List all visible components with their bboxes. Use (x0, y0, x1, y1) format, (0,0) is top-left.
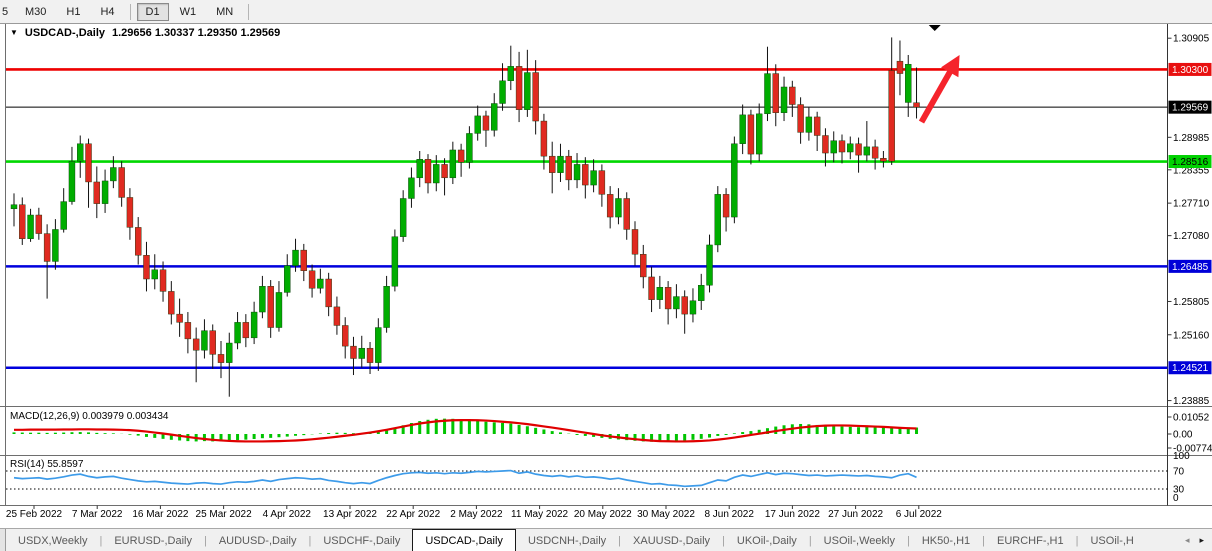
chart-background (0, 23, 1212, 527)
svg-text:8 Jun 2022: 8 Jun 2022 (704, 509, 754, 520)
tab-scroll-controls: ◂▸ (1177, 529, 1212, 551)
svg-text:1.27080: 1.27080 (1173, 231, 1210, 242)
timeframe-button-w1[interactable]: W1 (171, 3, 206, 21)
svg-text:7 Mar 2022: 7 Mar 2022 (72, 509, 123, 520)
symbol-tabbar: USDX,Weekly|EURUSD-,Daily|AUDUSD-,Daily|… (0, 528, 1212, 551)
svg-text:25 Feb 2022: 25 Feb 2022 (6, 509, 63, 520)
timeframe-button-5[interactable]: 5 (1, 3, 14, 21)
mt4-window: 5M30H1H4 D1W1MN MACD(12,26,9) 0.003979 0.… (0, 0, 1212, 551)
tab-usdcad-daily[interactable]: USDCAD-,Daily (412, 529, 516, 551)
timeframe-button-d1[interactable]: D1 (137, 3, 169, 21)
timeframe-toolbar: 5M30H1H4 D1W1MN (0, 0, 1212, 24)
svg-text:2 May 2022: 2 May 2022 (450, 509, 503, 520)
svg-text:0.00: 0.00 (1173, 430, 1193, 441)
tab-usdcnh-daily[interactable]: USDCNH-,Daily (516, 529, 618, 551)
svg-text:30 May 2022: 30 May 2022 (637, 509, 695, 520)
timeframe-button-mn[interactable]: MN (207, 3, 242, 21)
rsi-label: RSI(14) 55.8597 (10, 459, 84, 470)
timeframe-button-h4[interactable]: H4 (91, 3, 123, 21)
tab-usoil-weekly[interactable]: USOil-,Weekly (812, 529, 907, 551)
chart-symbol-label: USDCAD-,Daily (25, 27, 105, 39)
svg-text:27 Jun 2022: 27 Jun 2022 (828, 509, 883, 520)
svg-text:70: 70 (1173, 467, 1185, 478)
svg-text:0.01052: 0.01052 (1173, 413, 1210, 424)
tab-scroll-left-icon[interactable]: ◂ (1185, 535, 1190, 546)
chart-title: ▼ USDCAD-,Daily 1.29656 1.30337 1.29350 … (10, 27, 280, 39)
svg-text:22 Apr 2022: 22 Apr 2022 (386, 509, 440, 520)
tab-xauusd-daily[interactable]: XAUUSD-,Daily (621, 529, 722, 551)
svg-text:6 Jul 2022: 6 Jul 2022 (896, 509, 943, 520)
svg-text:1.25160: 1.25160 (1173, 330, 1210, 341)
tab-eurusd-daily[interactable]: EURUSD-,Daily (102, 529, 204, 551)
tab-scroll-right-icon[interactable]: ▸ (1199, 535, 1204, 546)
tab-usdchf-daily[interactable]: USDCHF-,Daily (311, 529, 412, 551)
svg-text:1.28516: 1.28516 (1172, 157, 1209, 168)
tab-usdx-weekly[interactable]: USDX,Weekly (6, 529, 99, 551)
svg-text:0: 0 (1173, 493, 1179, 504)
svg-text:4 Apr 2022: 4 Apr 2022 (263, 509, 312, 520)
macd-label: MACD(12,26,9) 0.003979 0.003434 (10, 411, 169, 422)
tab-usoil-h[interactable]: USOil-,H (1078, 529, 1145, 551)
tab-ukoil-daily[interactable]: UKOil-,Daily (725, 529, 809, 551)
svg-text:1.30905: 1.30905 (1173, 34, 1210, 45)
svg-text:16 Mar 2022: 16 Mar 2022 (132, 509, 189, 520)
svg-text:100: 100 (1173, 451, 1190, 462)
tab-audusd-daily[interactable]: AUDUSD-,Daily (207, 529, 309, 551)
timeframe-button-m30[interactable]: M30 (16, 3, 55, 21)
svg-text:17 Jun 2022: 17 Jun 2022 (765, 509, 820, 520)
toolbar-divider (130, 4, 131, 20)
chart-menu-icon[interactable]: ▼ (10, 28, 18, 37)
svg-text:1.26485: 1.26485 (1172, 262, 1209, 273)
svg-text:1.28985: 1.28985 (1173, 133, 1210, 144)
chart-canvas[interactable]: MACD(12,26,9) 0.003979 0.003434 0.01052 0.… (0, 0, 1212, 528)
svg-text:1.24521: 1.24521 (1172, 363, 1209, 374)
toolbar-divider (248, 4, 249, 20)
tab-hk50-h1[interactable]: HK50-,H1 (910, 529, 982, 551)
svg-text:11 May 2022: 11 May 2022 (511, 509, 569, 520)
svg-text:1.29569: 1.29569 (1172, 103, 1209, 114)
svg-text:1.30300: 1.30300 (1172, 65, 1209, 76)
svg-text:1.25805: 1.25805 (1173, 297, 1210, 308)
svg-text:20 May 2022: 20 May 2022 (574, 509, 632, 520)
svg-text:1.23885: 1.23885 (1173, 396, 1210, 407)
tab-eurchf-h1[interactable]: EURCHF-,H1 (985, 529, 1076, 551)
svg-text:25 Mar 2022: 25 Mar 2022 (196, 509, 253, 520)
timeframe-button-h1[interactable]: H1 (57, 3, 89, 21)
svg-text:1.27710: 1.27710 (1173, 199, 1210, 210)
svg-text:13 Apr 2022: 13 Apr 2022 (323, 509, 377, 520)
chart-ohlc-values: 1.29656 1.30337 1.29350 1.29569 (112, 27, 280, 39)
